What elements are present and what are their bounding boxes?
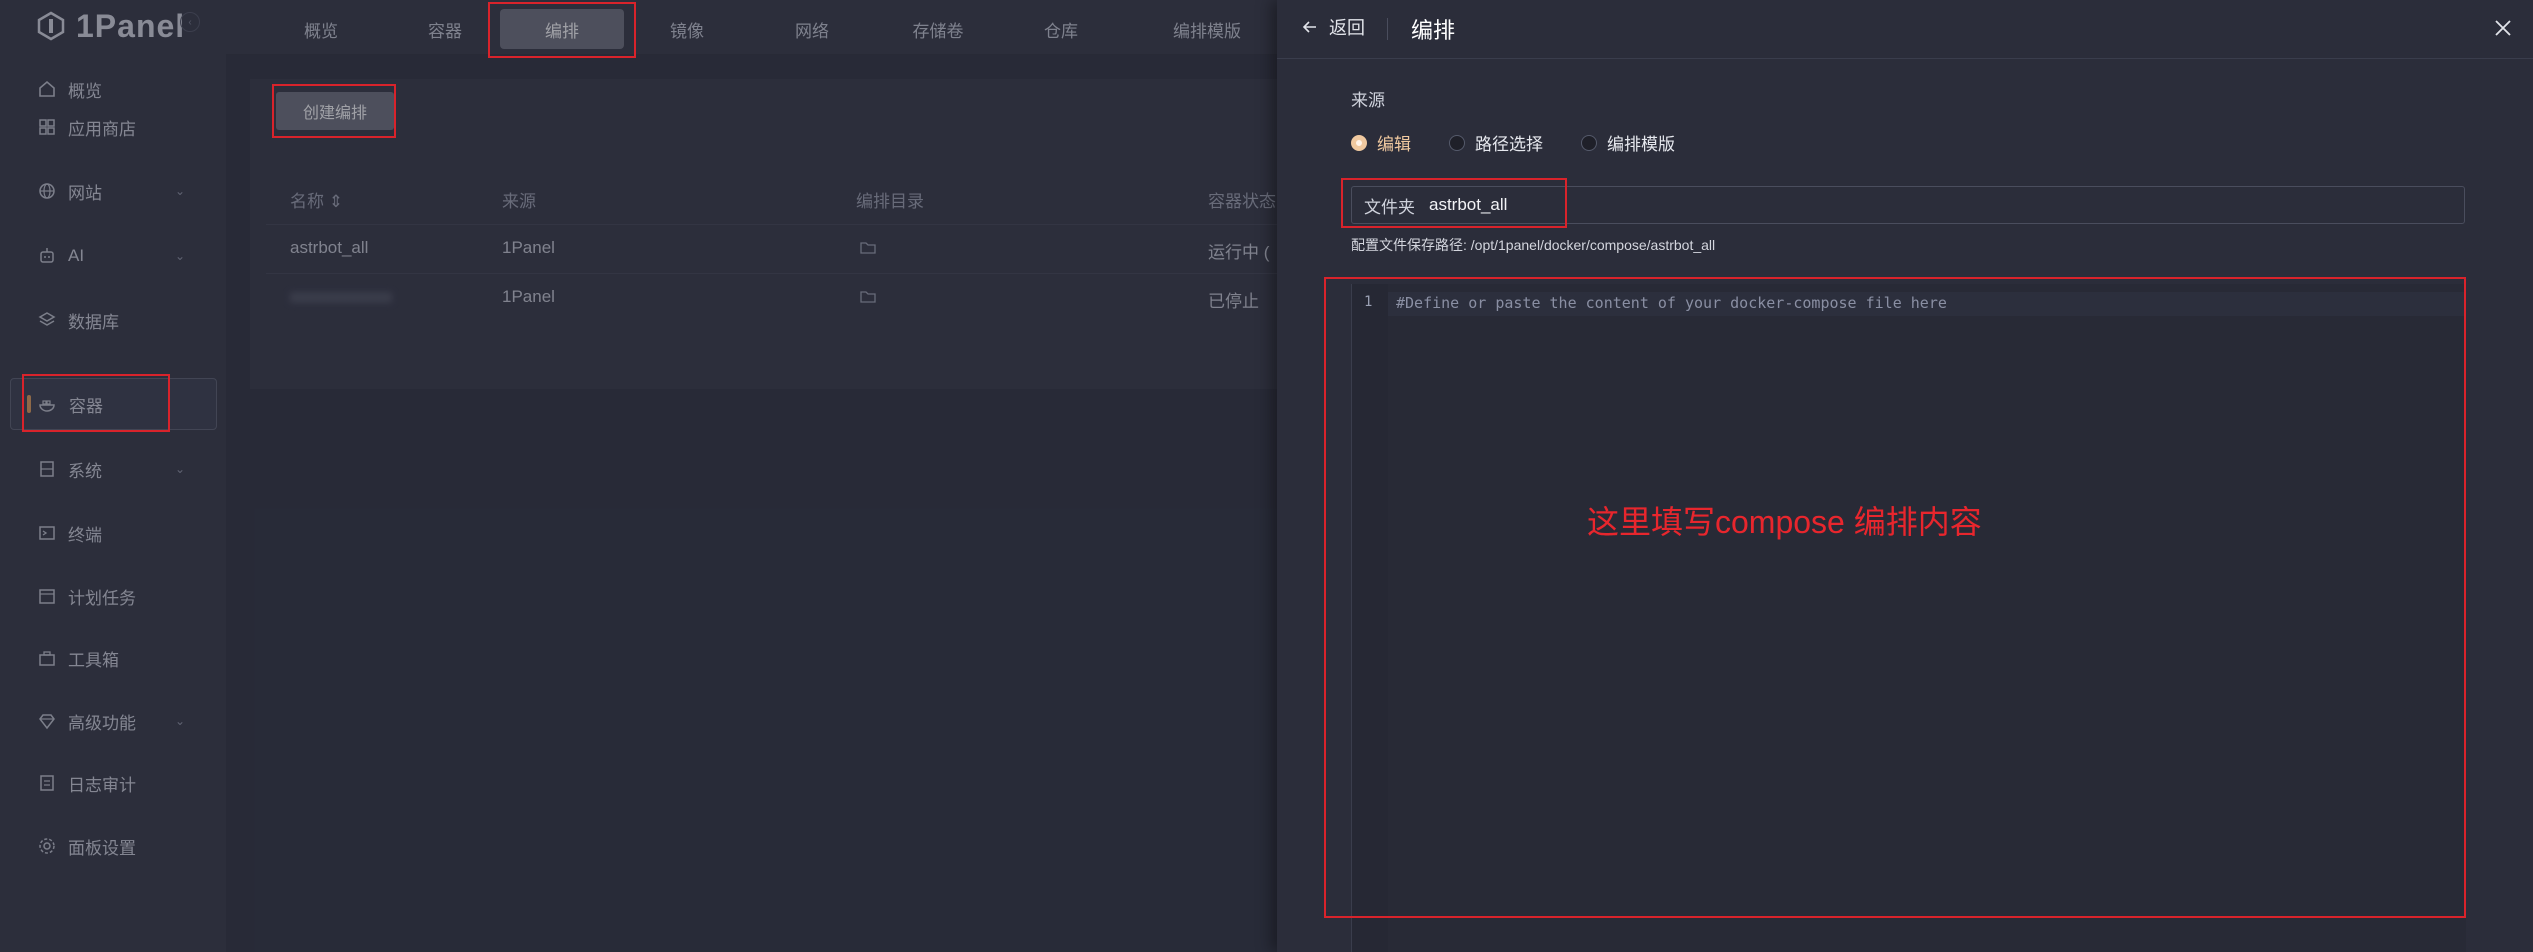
calendar-icon [36, 585, 58, 607]
editor-placeholder: #Define or paste the content of your doc… [1396, 294, 1947, 312]
main-content: 创建编排 名称 ⇕ 来源 编排目录 容器状态 astrbot_all 1Pane… [226, 55, 1330, 952]
arrow-left-icon [1302, 21, 1316, 33]
tab-compose-templates[interactable]: 编排模版 [1142, 9, 1272, 49]
sidebar-item-website[interactable]: 网站 ⌄ [10, 166, 215, 216]
header-divider [1387, 18, 1388, 40]
docker-icon [37, 393, 59, 415]
sidebar-item-system[interactable]: 系统 ⌄ [10, 444, 215, 494]
compose-editor[interactable]: 1 #Define or paste the content of your d… [1351, 284, 2466, 952]
collapse-icon[interactable]: ‹ [180, 12, 200, 32]
sidebar-item-app-store[interactable]: 应用商店 [10, 102, 215, 152]
sidebar-item-cron[interactable]: 计划任务 [10, 571, 215, 621]
table-row[interactable]: astrbot_all 1Panel 运行中 ( [266, 224, 1296, 273]
tab-volumes[interactable]: 存储卷 [890, 9, 986, 49]
compose-drawer: 返回 编排 来源 编辑 路径选择 编排模版 文件夹 配置文件保存路径: /opt… [1277, 0, 2533, 952]
column-header-directory: 编排目录 [856, 192, 924, 211]
container-tabs: 概览 容器 编排 镜像 网络 存储卷 仓库 编排模版 [226, 0, 1277, 55]
back-label: 返回 [1329, 18, 1365, 38]
chevron-down-icon: ⌄ [174, 184, 185, 198]
folder-field: 文件夹 [1351, 186, 2465, 224]
radio-path-select[interactable]: 路径选择 [1449, 130, 1543, 155]
compose-name[interactable]: astrbot_all [290, 238, 368, 258]
sidebar-item-label: 网站 [68, 183, 102, 203]
sidebar-item-label: AI [68, 246, 85, 265]
sidebar-item-label: 系统 [68, 461, 102, 481]
chevron-down-icon: ⌄ [174, 714, 185, 728]
sidebar: 1Panel ‹ 概览 应用商店 网站 ⌄ AI ⌄ 数据库 容器 系统 ⌄ 终… [0, 0, 226, 952]
table-row[interactable]: xxxxxxxxxxxx 1Panel 已停止 [266, 273, 1296, 322]
source-radio-group: 编辑 路径选择 编排模版 [1351, 130, 1675, 155]
terminal-icon [36, 522, 58, 544]
tab-overview[interactable]: 概览 [286, 9, 356, 49]
toolbox-icon [36, 647, 58, 669]
sidebar-item-logs[interactable]: 日志审计 [10, 758, 215, 808]
drawer-header: 返回 编排 [1277, 0, 2533, 59]
compose-source: 1Panel [502, 238, 555, 257]
sidebar-item-label: 高级功能 [68, 713, 136, 733]
sidebar-item-container[interactable]: 容器 [10, 378, 217, 430]
close-icon [2495, 20, 2511, 36]
column-header-source: 来源 [502, 192, 536, 211]
editor-gutter [1352, 284, 1388, 952]
column-header-name[interactable]: 名称 ⇕ [290, 187, 343, 212]
server-icon [36, 458, 58, 480]
back-button[interactable]: 返回 [1301, 14, 1365, 40]
radio-compose-template[interactable]: 编排模版 [1581, 130, 1675, 155]
sidebar-item-ai[interactable]: AI ⌄ [10, 231, 215, 281]
tab-compose[interactable]: 编排 [500, 9, 624, 49]
tab-repos[interactable]: 仓库 [1026, 9, 1096, 49]
sidebar-item-advanced[interactable]: 高级功能 ⌄ [10, 696, 215, 746]
chevron-down-icon: ⌄ [174, 462, 185, 476]
compose-source: 1Panel [502, 287, 555, 306]
home-icon [36, 78, 58, 100]
sidebar-item-terminal[interactable]: 终端 [10, 508, 215, 558]
background-app: 1Panel ‹ 概览 应用商店 网站 ⌄ AI ⌄ 数据库 容器 系统 ⌄ 终… [0, 0, 1330, 952]
annotation-text: 这里填写compose 编排内容 [1587, 504, 1982, 540]
sidebar-item-label: 容器 [69, 396, 103, 416]
layers-icon [36, 309, 58, 331]
folder-name-input[interactable] [1427, 194, 2331, 216]
source-label: 来源 [1351, 91, 1385, 110]
log-icon [36, 772, 58, 794]
tab-networks[interactable]: 网络 [777, 9, 847, 49]
folder-icon[interactable] [860, 241, 876, 254]
line-number: 1 [1364, 294, 1373, 310]
gear-icon [36, 835, 58, 857]
compose-status: 运行中 ( [1208, 243, 1270, 262]
sidebar-item-label: 终端 [68, 525, 102, 545]
radio-edit[interactable]: 编辑 [1351, 130, 1411, 155]
sidebar-item-label: 数据库 [68, 312, 119, 332]
compose-name[interactable]: xxxxxxxxxxxx [290, 287, 392, 307]
radio-dot[interactable] [1581, 134, 1597, 151]
tab-containers[interactable]: 容器 [410, 9, 480, 49]
create-compose-button[interactable]: 创建编排 [276, 92, 394, 130]
drawer-title: 编排 [1411, 18, 1456, 43]
radio-dot[interactable] [1351, 134, 1367, 151]
sidebar-item-label: 面板设置 [68, 838, 136, 858]
radio-dot[interactable] [1449, 134, 1465, 151]
robot-icon [36, 245, 58, 267]
grid-icon [36, 116, 58, 138]
globe-icon [36, 180, 58, 202]
sidebar-item-label: 工具箱 [68, 650, 119, 670]
sidebar-item-label: 应用商店 [68, 119, 136, 139]
column-header-status: 容器状态 [1208, 192, 1276, 211]
compose-list-card: 创建编排 名称 ⇕ 来源 编排目录 容器状态 astrbot_all 1Pane… [250, 79, 1330, 389]
sort-icon: ⇕ [328, 192, 343, 211]
compose-status: 已停止 [1208, 292, 1259, 311]
save-path-hint: 配置文件保存路径: /opt/1panel/docker/compose/ast… [1351, 237, 1716, 253]
sidebar-item-toolbox[interactable]: 工具箱 [10, 633, 215, 683]
sidebar-item-database[interactable]: 数据库 [10, 295, 215, 345]
sidebar-item-label: 计划任务 [68, 588, 136, 608]
folder-icon[interactable] [860, 290, 876, 303]
sidebar-item-label: 日志审计 [68, 775, 136, 795]
chevron-down-icon: ⌄ [174, 249, 185, 263]
close-button[interactable] [2491, 16, 2515, 40]
sidebar-item-label: 概览 [68, 81, 102, 101]
folder-prefix: 文件夹 [1364, 197, 1415, 217]
diamond-icon [36, 710, 58, 732]
tab-images[interactable]: 镜像 [652, 9, 722, 49]
sidebar-item-settings[interactable]: 面板设置 [10, 821, 215, 871]
